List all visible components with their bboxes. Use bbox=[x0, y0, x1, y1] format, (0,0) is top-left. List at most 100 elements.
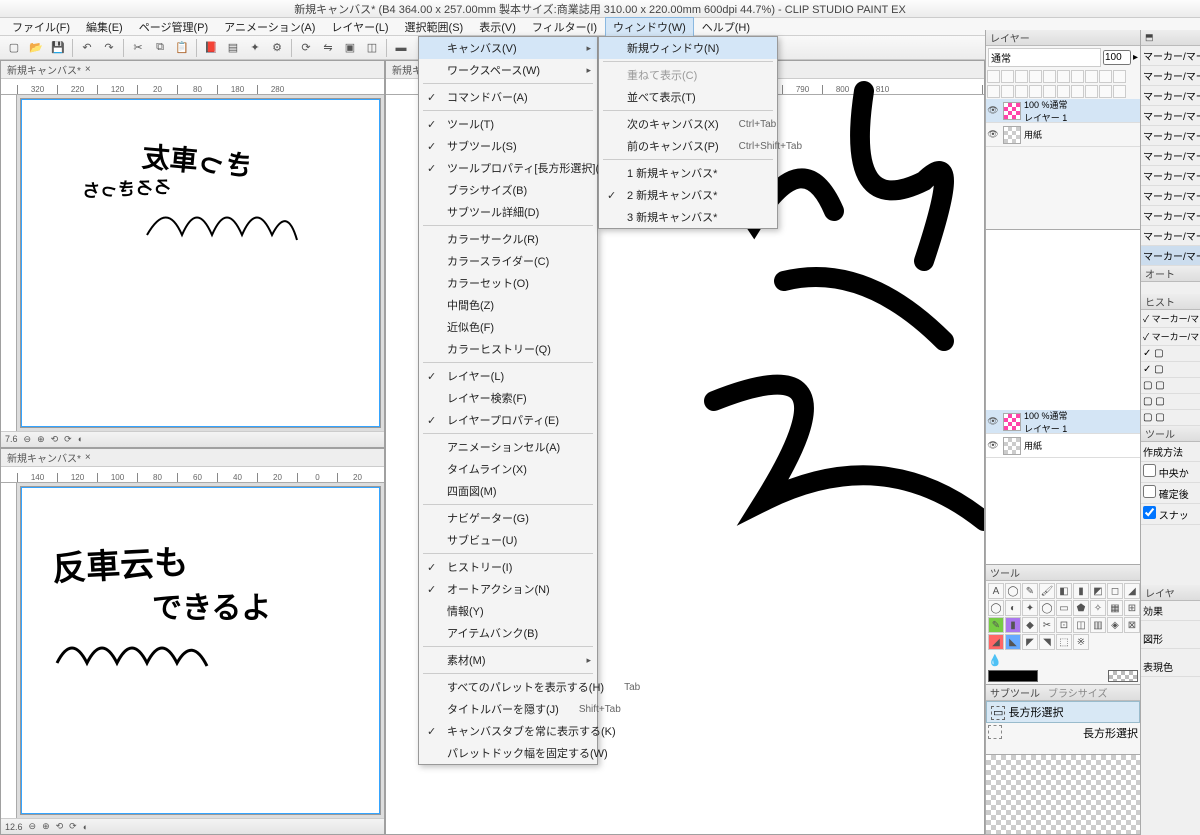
canvas-tab[interactable]: 新規キャンバス* bbox=[7, 62, 81, 77]
menu-help[interactable]: ヘルプ(H) bbox=[694, 17, 758, 37]
tool-fill[interactable]: ▮ bbox=[1073, 583, 1089, 599]
menu-item[interactable]: 次のキャンバス(X)Ctrl+Tab bbox=[599, 113, 777, 135]
tool-eraser[interactable]: ◧ bbox=[1056, 583, 1072, 599]
menu-item[interactable]: 中間色(Z) bbox=[419, 294, 597, 316]
canvas-area[interactable]: きっ車友 ろろきっち bbox=[21, 99, 380, 427]
menu-item[interactable]: ワークスペース(W) bbox=[419, 59, 597, 81]
deselect-icon[interactable]: ◫ bbox=[362, 38, 382, 58]
canvas-area[interactable]: 反車云も できるよ bbox=[21, 487, 380, 815]
menu-item[interactable]: ツール(T) bbox=[419, 113, 597, 135]
tool-brush[interactable]: 🖌 bbox=[1039, 583, 1055, 599]
menu-edit[interactable]: 編集(E) bbox=[78, 17, 131, 37]
menu-item[interactable]: 四面図(M) bbox=[419, 480, 597, 502]
menu-item[interactable]: キャンバスタブを常に表示する(K) bbox=[419, 720, 597, 742]
blend-mode[interactable]: 通常 bbox=[988, 48, 1101, 67]
menu-page[interactable]: ページ管理(P) bbox=[131, 17, 216, 37]
menu-item[interactable]: ツールプロパティ[長方形選択](P) bbox=[419, 157, 597, 179]
redo-icon[interactable]: ↷ bbox=[99, 38, 119, 58]
menu-item[interactable]: 素材(M) bbox=[419, 649, 597, 671]
menu-item[interactable]: レイヤー(L) bbox=[419, 365, 597, 387]
list-item[interactable]: マーカー/マー bbox=[1141, 146, 1200, 166]
gear-icon[interactable]: ⚙ bbox=[267, 38, 287, 58]
list-item[interactable]: マーカー/マー bbox=[1141, 46, 1200, 66]
layer-row[interactable]: 👁 用紙 bbox=[986, 123, 1140, 147]
canvas-tab[interactable]: 新規キャンバス* bbox=[7, 450, 81, 465]
checkbox[interactable] bbox=[1143, 506, 1156, 519]
checkbox[interactable] bbox=[1143, 464, 1156, 477]
undo-icon[interactable]: ↶ bbox=[77, 38, 97, 58]
menu-animation[interactable]: アニメーション(A) bbox=[216, 17, 323, 37]
menu-filter[interactable]: フィルター(I) bbox=[524, 17, 605, 37]
menu-item[interactable]: オートアクション(N) bbox=[419, 578, 597, 600]
tool-gradient[interactable]: ◩ bbox=[1090, 583, 1106, 599]
menu-item[interactable]: キャンバス(V) bbox=[419, 37, 597, 59]
list-item[interactable]: マーカー/マー bbox=[1141, 166, 1200, 186]
visibility-icon[interactable]: 👁 bbox=[986, 129, 1000, 140]
menu-item[interactable]: アニメーションセル(A) bbox=[419, 436, 597, 458]
dropper-icon[interactable]: 💧 bbox=[988, 654, 1002, 667]
menu-select[interactable]: 選択範囲(S) bbox=[397, 17, 472, 37]
zoom-out-icon[interactable]: ⊖ bbox=[24, 434, 32, 445]
menu-item[interactable]: 2 新規キャンバス* bbox=[599, 184, 777, 206]
menu-item[interactable]: タイトルバーを隠す(J)Shift+Tab bbox=[419, 698, 597, 720]
menu-item[interactable]: カラーサークル(R) bbox=[419, 228, 597, 250]
page-icon[interactable]: ▤ bbox=[223, 38, 243, 58]
list-item[interactable]: マーカー/マー bbox=[1141, 226, 1200, 246]
foreground-color[interactable] bbox=[988, 670, 1038, 682]
menu-item[interactable]: レイヤー検索(F) bbox=[419, 387, 597, 409]
list-item[interactable]: マーカー/マー bbox=[1141, 186, 1200, 206]
menu-item[interactable]: サブツール詳細(D) bbox=[419, 201, 597, 223]
menu-item[interactable]: 情報(Y) bbox=[419, 600, 597, 622]
menu-item[interactable]: ヒストリー(I) bbox=[419, 556, 597, 578]
close-icon[interactable]: × bbox=[85, 64, 91, 75]
tool-shape[interactable]: ◻ bbox=[1107, 583, 1123, 599]
menu-item[interactable]: 新規ウィンドウ(N) bbox=[599, 37, 777, 59]
tool-lasso[interactable]: ◯ bbox=[1005, 583, 1021, 599]
zoom-in-icon[interactable]: ⊕ bbox=[37, 434, 45, 445]
menu-layer[interactable]: レイヤー(L) bbox=[323, 17, 396, 37]
menu-item[interactable]: 近似色(F) bbox=[419, 316, 597, 338]
book-icon[interactable]: 📕 bbox=[201, 38, 221, 58]
list-item[interactable]: マーカー/マー bbox=[1141, 106, 1200, 126]
tool-pen[interactable]: ✎ bbox=[1022, 583, 1038, 599]
menu-file[interactable]: ファイル(F) bbox=[4, 17, 78, 37]
paste-icon[interactable]: 📋 bbox=[172, 38, 192, 58]
menu-item[interactable]: 前のキャンバス(P)Ctrl+Shift+Tab bbox=[599, 135, 777, 157]
new-icon[interactable]: ▢ bbox=[4, 38, 24, 58]
menu-item[interactable]: ナビゲーター(G) bbox=[419, 507, 597, 529]
rotate-icon[interactable]: ⟳ bbox=[296, 38, 316, 58]
menu-item[interactable]: サブツール(S) bbox=[419, 135, 597, 157]
cut-icon[interactable]: ✂ bbox=[128, 38, 148, 58]
layer-row[interactable]: 👁用紙 bbox=[986, 434, 1140, 458]
menu-item[interactable]: サブビュー(U) bbox=[419, 529, 597, 551]
menu-item[interactable]: すべてのパレットを表示する(H)Tab bbox=[419, 676, 597, 698]
select-all-icon[interactable]: ▣ bbox=[340, 38, 360, 58]
tool-text[interactable]: A bbox=[988, 583, 1004, 599]
menu-item[interactable]: アイテムバンク(B) bbox=[419, 622, 597, 644]
menu-item[interactable]: タイムライン(X) bbox=[419, 458, 597, 480]
layer-row[interactable]: 👁 100 %通常レイヤー 1 bbox=[986, 410, 1140, 434]
list-item[interactable]: マーカー/マー bbox=[1141, 66, 1200, 86]
layer-row[interactable]: 👁 100 %通常レイヤー 1 bbox=[986, 99, 1140, 123]
tool-ruler[interactable]: ◢ bbox=[1124, 583, 1140, 599]
menu-item[interactable]: レイヤープロパティ(E) bbox=[419, 409, 597, 431]
fill-icon[interactable]: ▬ bbox=[391, 38, 411, 58]
subtool-selected[interactable]: ▭ 長方形選択 bbox=[986, 701, 1140, 723]
menu-item[interactable]: ブラシサイズ(B) bbox=[419, 179, 597, 201]
flip-h-icon[interactable]: ⇋ bbox=[318, 38, 338, 58]
menu-item[interactable]: 並べて表示(T) bbox=[599, 86, 777, 108]
menu-item[interactable]: カラースライダー(C) bbox=[419, 250, 597, 272]
menu-item[interactable]: 1 新規キャンバス* bbox=[599, 162, 777, 184]
copy-icon[interactable]: ⧉ bbox=[150, 38, 170, 58]
menu-item[interactable]: 3 新規キャンバス* bbox=[599, 206, 777, 228]
menu-item[interactable]: パレットドック幅を固定する(W) bbox=[419, 742, 597, 764]
opacity-input[interactable] bbox=[1103, 50, 1131, 65]
menu-item[interactable]: コマンドバー(A) bbox=[419, 86, 597, 108]
list-item[interactable]: マーカー/マー bbox=[1141, 126, 1200, 146]
menu-view[interactable]: 表示(V) bbox=[471, 17, 524, 37]
list-item[interactable]: マーカー/マー bbox=[1141, 246, 1200, 266]
menu-item[interactable]: カラーヒストリー(Q) bbox=[419, 338, 597, 360]
list-item[interactable]: マーカー/マー bbox=[1141, 86, 1200, 106]
visibility-icon[interactable]: 👁 bbox=[986, 105, 1000, 116]
background-color[interactable] bbox=[1108, 670, 1138, 682]
